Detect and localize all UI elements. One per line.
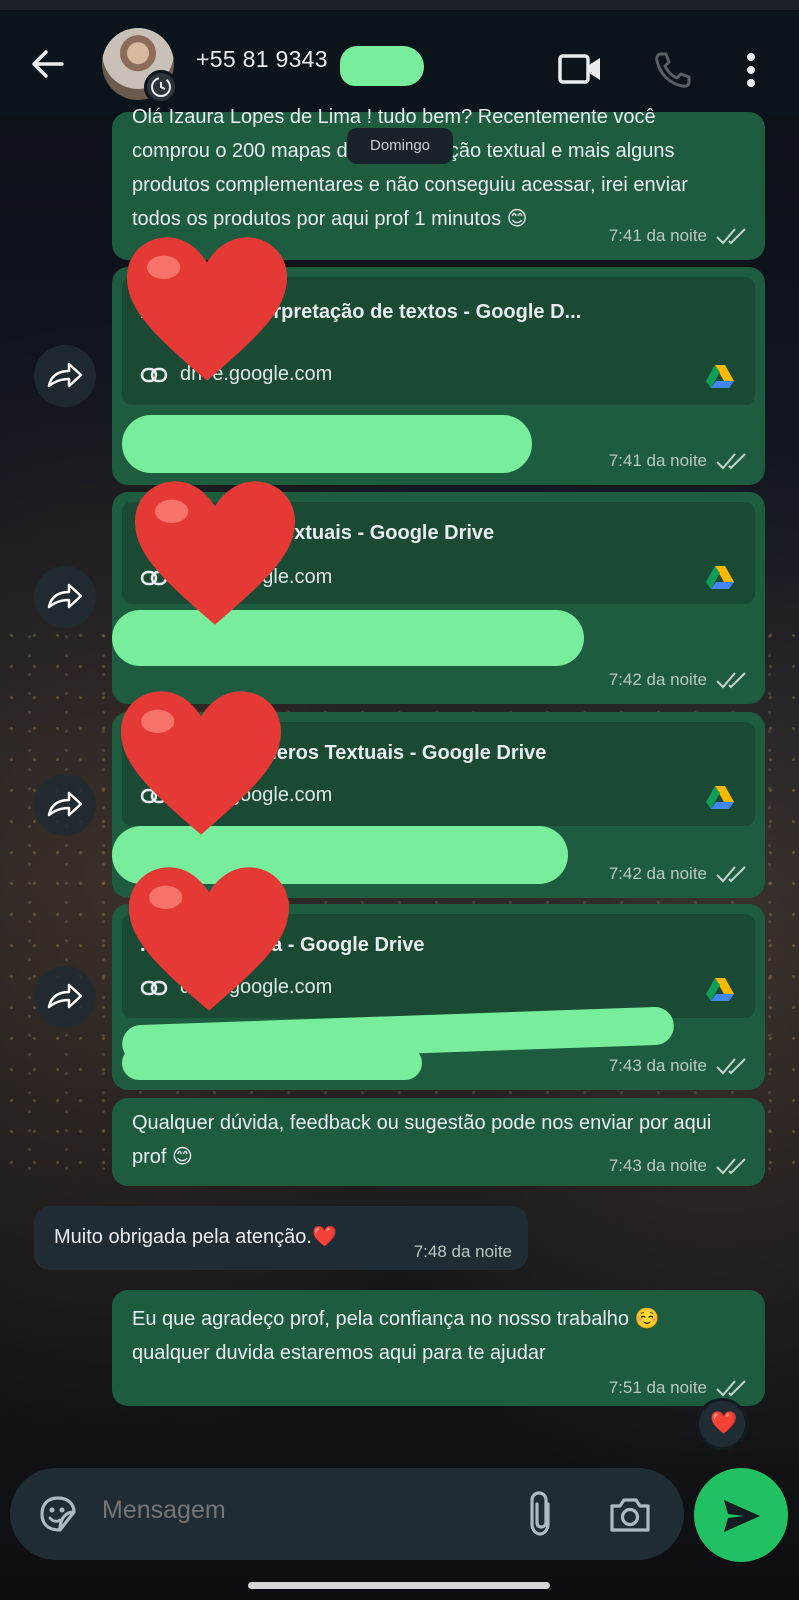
sticker-icon[interactable] — [36, 1492, 80, 1536]
camera-icon[interactable] — [608, 1494, 652, 1534]
send-icon — [724, 1500, 760, 1532]
google-drive-icon — [706, 566, 734, 589]
heart-sticker-icon — [135, 481, 295, 625]
message-time: 7:42 da noite — [608, 670, 707, 689]
contact-avatar[interactable] — [102, 28, 178, 104]
read-ticks-icon — [716, 672, 746, 689]
read-ticks-icon — [716, 453, 746, 470]
google-drive-icon — [706, 786, 734, 809]
message-meta: 7:51 da noite — [609, 1378, 749, 1398]
message-meta: 7:41 da noite — [609, 451, 749, 471]
message-time: 7:48 da noite — [413, 1242, 512, 1261]
reaction-emoji: ❤️ — [710, 1410, 738, 1435]
message-meta: 7:43 da noite — [609, 1056, 749, 1076]
read-ticks-icon — [716, 1158, 746, 1175]
message-meta: 7:43 da noite — [609, 1156, 749, 1176]
heart-sticker-icon — [129, 867, 289, 1011]
contact-name[interactable]: +55 81 9343 — [196, 46, 328, 73]
message-text: Olá Izaura Lopes de Lima ! tudo bem? Rec… — [132, 106, 688, 230]
read-ticks-icon — [716, 866, 746, 883]
message-outgoing[interactable]: Qualquer dúvida, feedback ou sugestão po… — [112, 1098, 765, 1186]
message-time: 7:43 da noite — [608, 1156, 707, 1175]
read-ticks-icon — [716, 1058, 746, 1075]
forward-icon — [47, 791, 83, 817]
send-button[interactable] — [694, 1468, 788, 1562]
message-meta: 7:48 da noite — [414, 1242, 512, 1262]
home-indicator[interactable] — [248, 1582, 550, 1589]
message-text: Muito obrigada pela atenção.❤️ — [54, 1226, 337, 1248]
message-time: 7:43 da noite — [608, 1056, 707, 1075]
video-call-icon[interactable] — [558, 52, 602, 86]
attach-icon[interactable] — [526, 1490, 556, 1538]
voice-call-icon[interactable] — [653, 50, 693, 90]
redaction-mark — [122, 1046, 422, 1080]
back-arrow-icon[interactable] — [28, 44, 68, 84]
message-incoming[interactable]: Muito obrigada pela atenção.❤️ 7:48 da n… — [34, 1206, 528, 1270]
message-time: 7:41 da noite — [608, 451, 707, 470]
message-meta: 7:41 da noite — [609, 226, 749, 246]
message-time: 7:51 da noite — [608, 1378, 707, 1397]
message-input[interactable] — [102, 1496, 502, 1525]
date-chip: Domingo — [347, 128, 453, 164]
redaction-mark — [122, 415, 532, 473]
google-drive-icon — [706, 978, 734, 1001]
message-outgoing[interactable]: Eu que agradeço prof, pela confiança no … — [112, 1290, 765, 1406]
read-ticks-icon — [716, 228, 746, 245]
status-ring-icon — [144, 70, 178, 104]
read-ticks-icon — [716, 1380, 746, 1397]
forward-button[interactable] — [34, 966, 96, 1028]
status-bar — [0, 0, 799, 10]
forward-button[interactable] — [34, 345, 96, 407]
forward-icon — [47, 583, 83, 609]
forward-icon — [47, 362, 83, 388]
heart-sticker-icon — [121, 691, 281, 835]
message-text: Eu que agradeço prof, pela confiança no … — [132, 1308, 660, 1364]
google-drive-icon — [706, 365, 734, 388]
message-reaction[interactable]: ❤️ — [696, 1398, 748, 1450]
message-time: 7:42 da noite — [608, 864, 707, 883]
message-composer — [10, 1468, 684, 1560]
forward-button[interactable] — [34, 566, 96, 628]
forward-icon — [47, 983, 83, 1009]
message-time: 7:41 da noite — [608, 226, 707, 245]
message-meta: 7:42 da noite — [609, 670, 749, 690]
redaction-mark — [340, 46, 424, 86]
heart-sticker-icon — [127, 237, 287, 381]
more-options-icon[interactable] — [744, 50, 758, 90]
message-meta: 7:42 da noite — [609, 864, 749, 884]
forward-button[interactable] — [34, 774, 96, 836]
